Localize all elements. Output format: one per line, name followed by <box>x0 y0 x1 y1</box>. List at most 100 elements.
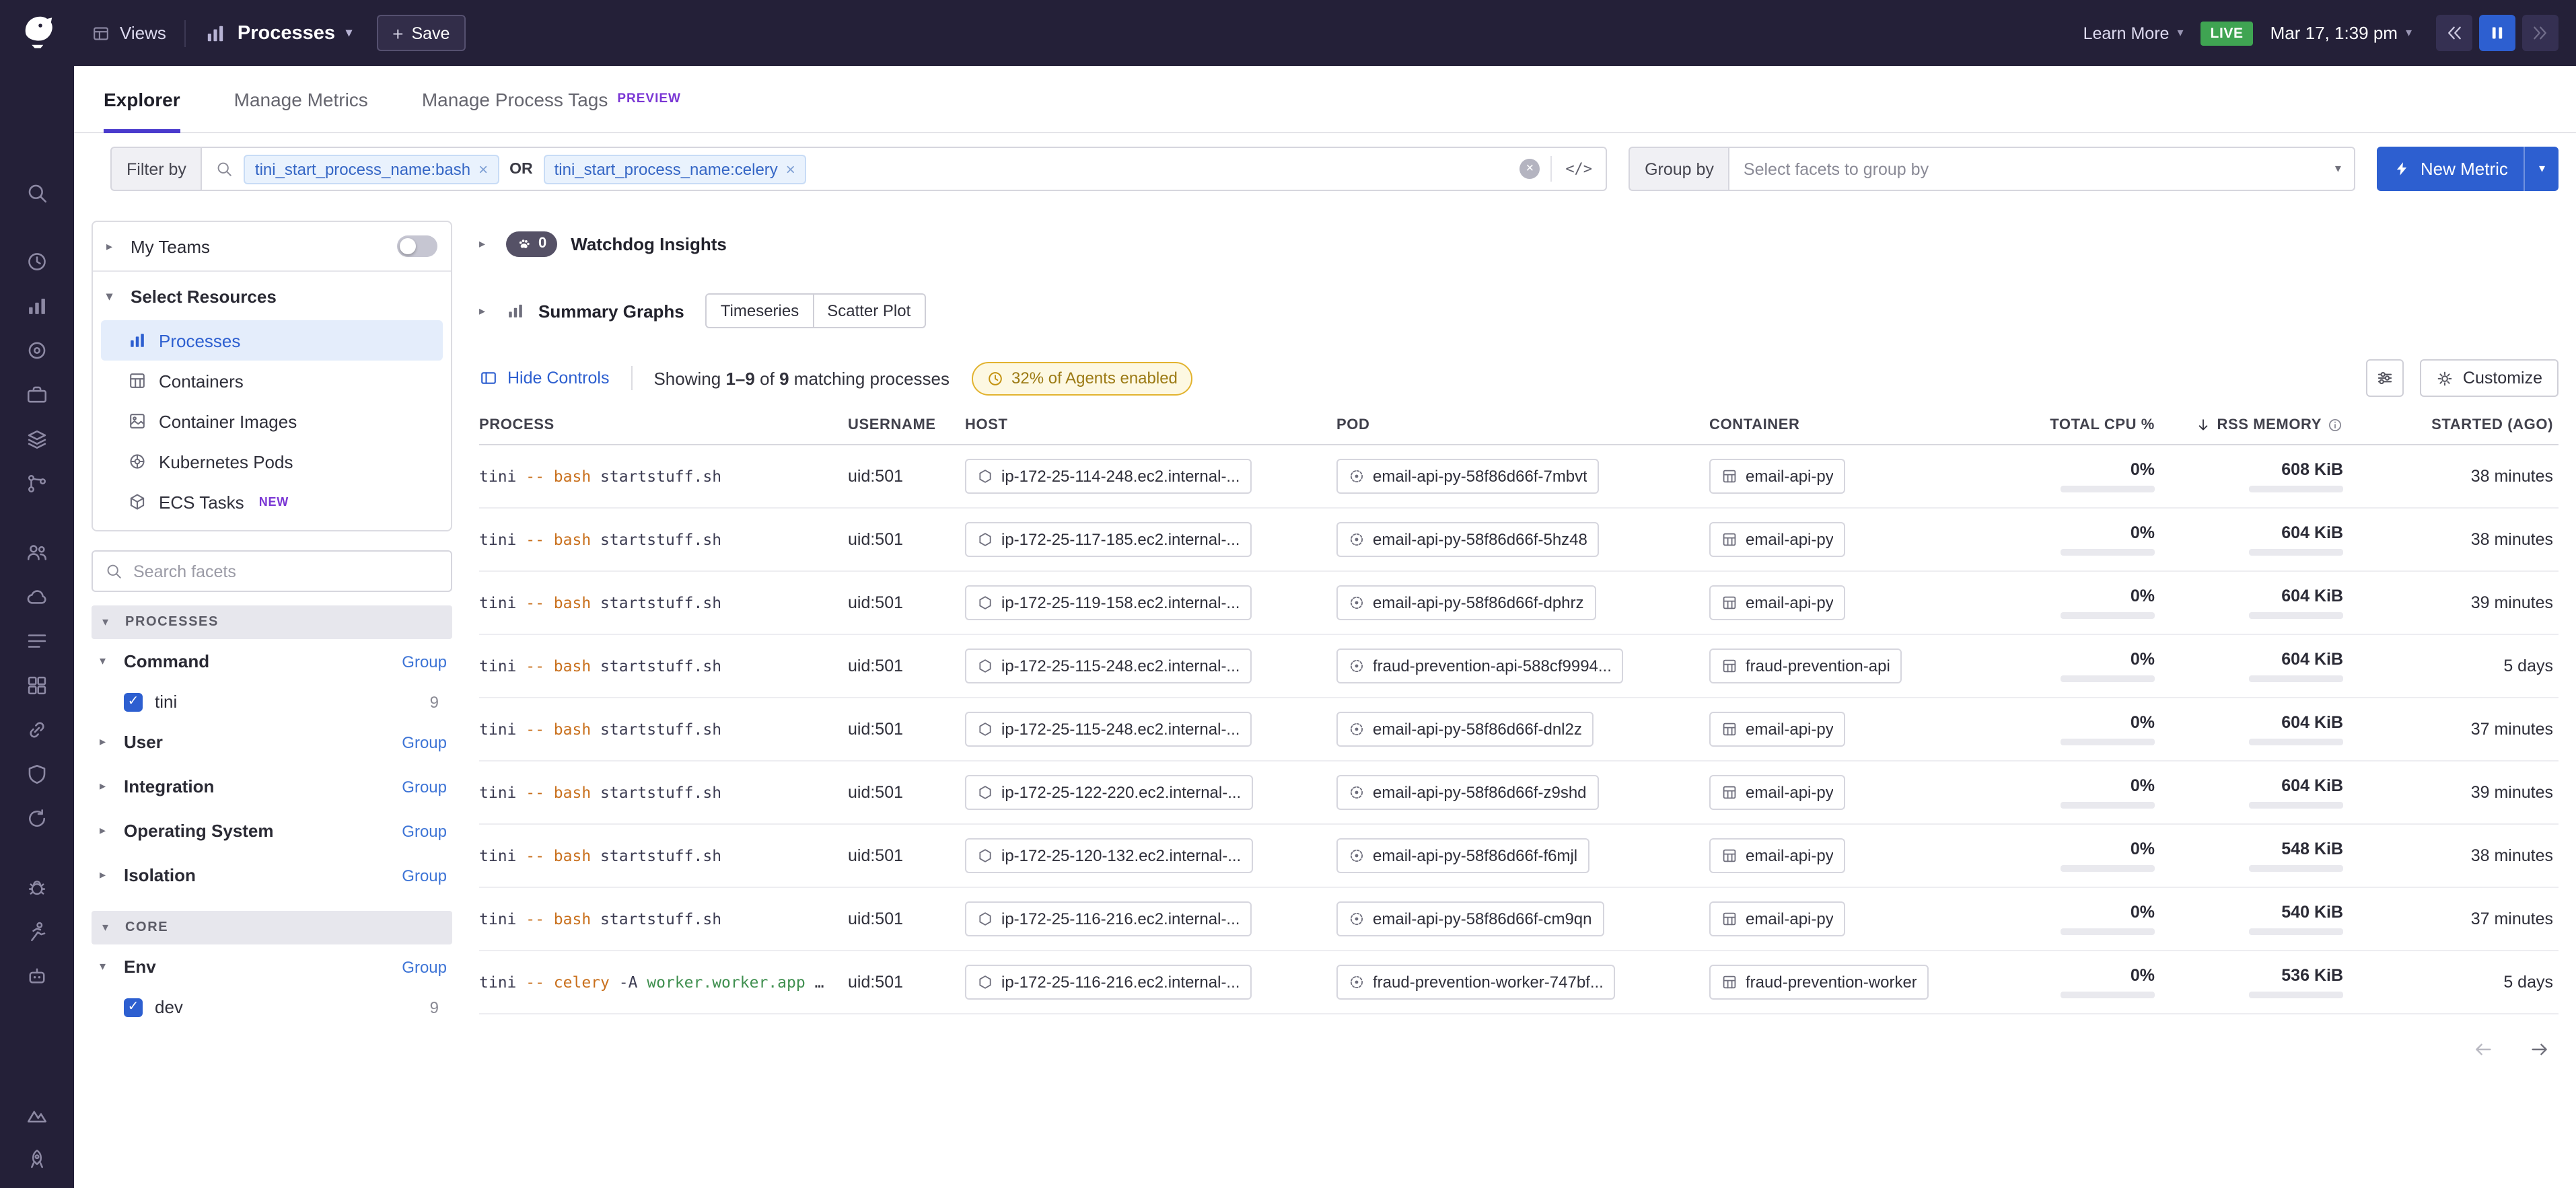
agents-enabled-chip[interactable]: 32% of Agents enabled <box>971 361 1192 395</box>
group-link[interactable]: Group <box>402 652 447 671</box>
column-settings-button[interactable] <box>2366 359 2404 397</box>
pod-pill[interactable]: email-api-py-58f86d66f-f6mjl <box>1336 838 1589 873</box>
branch-icon[interactable] <box>0 472 74 496</box>
list-icon[interactable] <box>0 630 74 654</box>
host-pill[interactable]: ip-172-25-120-132.ec2.internal-... <box>965 838 1253 873</box>
pod-pill[interactable]: email-api-py-58f86d66f-cm9qn <box>1336 901 1604 936</box>
scatter-plot-button[interactable]: Scatter Plot <box>814 293 925 328</box>
column-header-cpu[interactable]: TOTAL CPU % <box>2012 417 2174 433</box>
column-header-process[interactable]: PROCESS <box>479 417 848 433</box>
facet-value-tini[interactable]: ✓tini9 <box>92 683 452 720</box>
target-icon[interactable] <box>0 339 74 363</box>
clear-filter-icon[interactable]: × <box>1519 159 1540 179</box>
container-pill[interactable]: email-api-py <box>1709 712 1846 747</box>
chevron-down-icon[interactable]: ▾ <box>2524 147 2559 191</box>
refresh-icon[interactable] <box>0 807 74 831</box>
history-clock-icon[interactable] <box>0 250 74 274</box>
host-pill[interactable]: ip-172-25-122-220.ec2.internal-... <box>965 775 1253 810</box>
learn-more-dropdown[interactable]: Learn More ▾ <box>2083 24 2184 42</box>
process-row[interactable]: tini -- bash startstuff.shuid:501ip-172-… <box>479 825 2559 888</box>
filter-chip[interactable]: tini_start_process_name:celery× <box>544 154 806 184</box>
pod-pill[interactable]: fraud-prevention-api-588cf9994... <box>1336 648 1624 683</box>
fast-forward-button[interactable] <box>2522 15 2559 51</box>
process-row[interactable]: tini -- bash startstuff.shuid:501ip-172-… <box>479 509 2559 572</box>
new-metric-button[interactable]: New Metric ▾ <box>2377 147 2559 191</box>
next-page-button[interactable] <box>2529 1039 2550 1060</box>
rewind-button[interactable] <box>2436 15 2472 51</box>
host-pill[interactable]: ip-172-25-119-158.ec2.internal-... <box>965 585 1252 620</box>
container-pill[interactable]: fraud-prevention-api <box>1709 648 1902 683</box>
container-pill[interactable]: email-api-py <box>1709 585 1846 620</box>
host-pill[interactable]: ip-172-25-117-185.ec2.internal-... <box>965 522 1252 557</box>
process-row[interactable]: tini -- bash startstuff.shuid:501ip-172-… <box>479 572 2559 635</box>
filter-input[interactable]: tini_start_process_name:bash×ORtini_star… <box>201 147 1607 191</box>
previous-page-button[interactable] <box>2472 1039 2494 1060</box>
facet-section-header-processes[interactable]: ▾PROCESSES <box>92 605 452 639</box>
process-row[interactable]: tini -- bash startstuff.shuid:501ip-172-… <box>479 445 2559 509</box>
facet-env[interactable]: ▾EnvGroup <box>92 944 452 989</box>
pod-pill[interactable]: fraud-prevention-worker-747bf... <box>1336 965 1616 1000</box>
group-link[interactable]: Group <box>402 777 447 796</box>
layers-icon[interactable] <box>0 428 74 452</box>
filter-chip[interactable]: tini_start_process_name:bash× <box>244 154 499 184</box>
column-header-host[interactable]: HOST <box>965 417 1336 433</box>
search-icon[interactable] <box>0 182 74 206</box>
host-pill[interactable]: ip-172-25-116-216.ec2.internal-... <box>965 901 1252 936</box>
facet-section-header-core[interactable]: ▾CORE <box>92 911 452 944</box>
checkbox[interactable]: ✓ <box>124 998 143 1016</box>
container-pill[interactable]: email-api-py <box>1709 522 1846 557</box>
time-range-dropdown[interactable]: Mar 17, 1:39 pm ▾ <box>2270 23 2412 43</box>
tab-explorer[interactable]: Explorer <box>104 66 180 132</box>
process-row[interactable]: tini -- celery -A worker.worker.app w...… <box>479 951 2559 1014</box>
page-title-dropdown[interactable]: Processes ▾ <box>205 22 352 44</box>
process-row[interactable]: tini -- bash startstuff.shuid:501ip-172-… <box>479 698 2559 762</box>
code-view-toggle[interactable]: </> <box>1550 156 1592 182</box>
pod-pill[interactable]: email-api-py-58f86d66f-z9shd <box>1336 775 1599 810</box>
robot-icon[interactable] <box>0 965 74 989</box>
pod-pill[interactable]: email-api-py-58f86d66f-dphrz <box>1336 585 1596 620</box>
group-by-select[interactable]: Select facets to group by ▾ <box>1729 147 2356 191</box>
column-header-container[interactable]: CONTAINER <box>1709 417 2012 433</box>
chevron-right-icon[interactable]: ▸ <box>479 303 493 318</box>
watchdog-insights-row[interactable]: ▸ 0 Watchdog Insights <box>479 221 2559 266</box>
resource-item-ecs-tasks[interactable]: ECS TasksNEW <box>101 482 443 522</box>
cloud-icon[interactable] <box>0 585 74 609</box>
container-pill[interactable]: fraud-prevention-worker <box>1709 965 1929 1000</box>
group-link[interactable]: Group <box>402 821 447 840</box>
mountain-icon[interactable] <box>0 1103 74 1127</box>
host-pill[interactable]: ip-172-25-114-248.ec2.internal-... <box>965 459 1252 494</box>
host-pill[interactable]: ip-172-25-116-216.ec2.internal-... <box>965 965 1252 1000</box>
views-button[interactable]: Views <box>92 23 166 43</box>
facet-isolation[interactable]: ▸IsolationGroup <box>92 853 452 897</box>
facet-value-dev[interactable]: ✓dev9 <box>92 989 452 1025</box>
link-icon[interactable] <box>0 718 74 743</box>
rocket-icon[interactable] <box>0 1148 74 1172</box>
column-header-username[interactable]: USERNAME <box>848 417 965 433</box>
shield-icon[interactable] <box>0 763 74 787</box>
my-teams-toggle[interactable] <box>397 235 437 257</box>
tab-manage-metrics[interactable]: Manage Metrics <box>234 66 368 132</box>
remove-chip-icon[interactable]: × <box>786 159 795 178</box>
live-badge[interactable]: LIVE <box>2201 21 2253 45</box>
resource-item-containers[interactable]: Containers <box>101 361 443 401</box>
process-row[interactable]: tini -- bash startstuff.shuid:501ip-172-… <box>479 762 2559 825</box>
remove-chip-icon[interactable]: × <box>478 159 488 178</box>
process-row[interactable]: tini -- bash startstuff.shuid:501ip-172-… <box>479 635 2559 698</box>
container-pill[interactable]: email-api-py <box>1709 459 1846 494</box>
runner-icon[interactable] <box>0 920 74 944</box>
group-link[interactable]: Group <box>402 866 447 885</box>
facet-operating-system[interactable]: ▸Operating SystemGroup <box>92 809 452 853</box>
pod-pill[interactable]: email-api-py-58f86d66f-7mbvt <box>1336 459 1600 494</box>
hide-controls-link[interactable]: Hide Controls <box>479 369 609 387</box>
container-pill[interactable]: email-api-py <box>1709 838 1846 873</box>
group-link[interactable]: Group <box>402 733 447 751</box>
info-icon[interactable] <box>2327 417 2343 433</box>
pod-pill[interactable]: email-api-py-58f86d66f-5hz48 <box>1336 522 1600 557</box>
facet-search-input[interactable] <box>133 562 439 581</box>
resource-item-kubernetes-pods[interactable]: Kubernetes Pods <box>101 441 443 482</box>
suitcase-icon[interactable] <box>0 383 74 408</box>
customize-button[interactable]: Customize <box>2420 359 2559 397</box>
bug-icon[interactable] <box>0 876 74 900</box>
container-pill[interactable]: email-api-py <box>1709 775 1846 810</box>
tab-manage-process-tags[interactable]: Manage Process TagsPREVIEW <box>422 66 681 132</box>
